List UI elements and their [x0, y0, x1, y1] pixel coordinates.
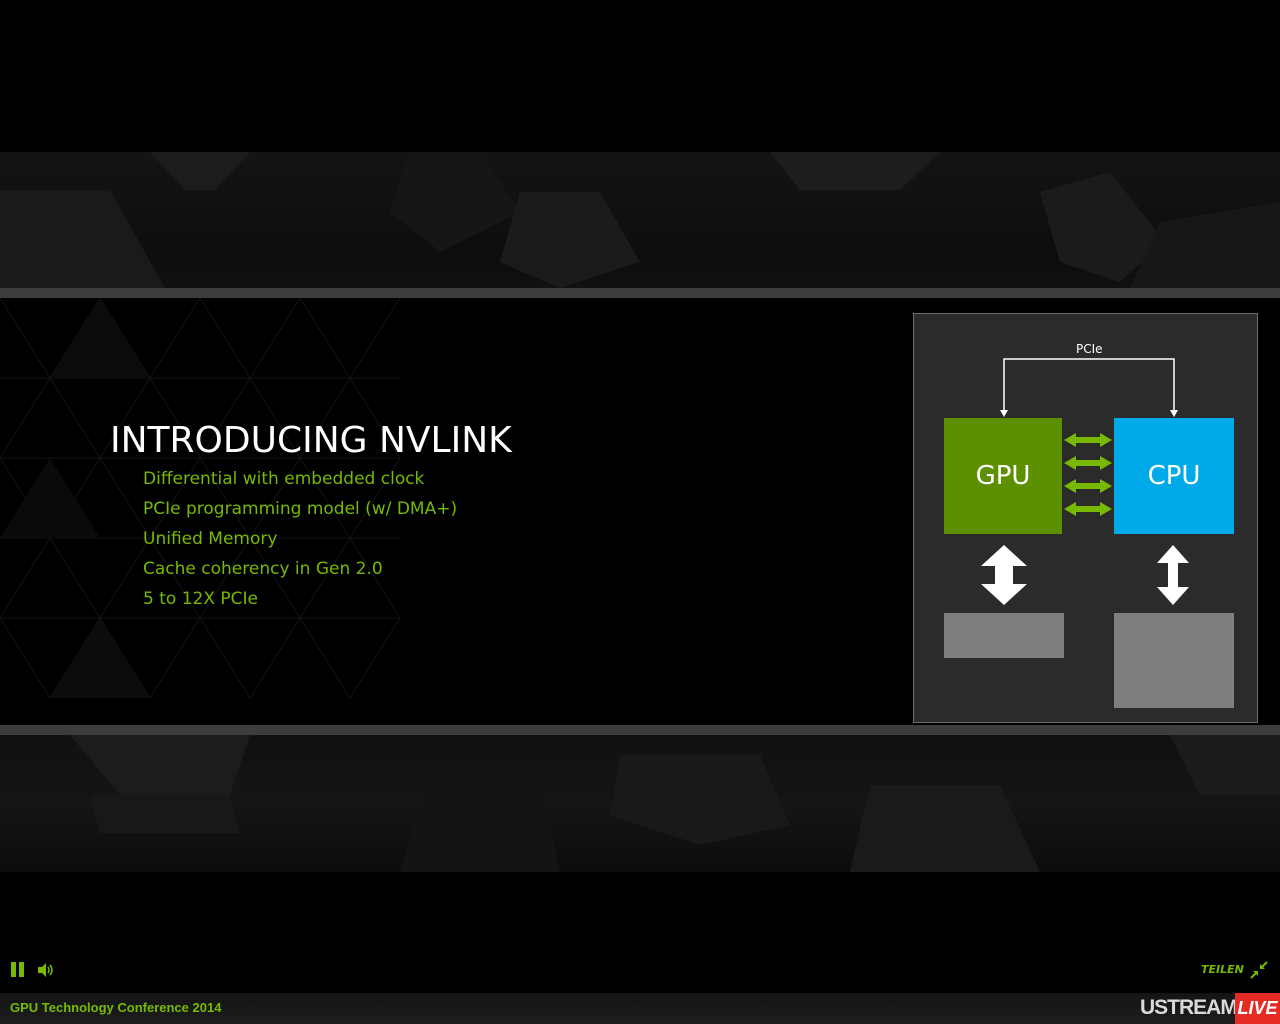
cpu-block: CPU — [1114, 418, 1234, 534]
pause-button[interactable] — [11, 962, 25, 977]
bottom-decorative-band — [0, 735, 1280, 872]
collapse-icon — [1250, 961, 1268, 979]
channel-title: GPU Technology Conference 2014 — [10, 1000, 222, 1015]
pcie-label: PCIe — [1076, 342, 1103, 356]
pause-icon — [11, 962, 16, 977]
top-decorative-band — [0, 152, 1280, 288]
gpu-block: GPU — [944, 418, 1062, 534]
gpu-memory-arrow — [981, 545, 1027, 605]
pcie-arrow-cpu — [1170, 410, 1178, 417]
nvlink-diagram: PCIe GPU CPU — [913, 313, 1258, 723]
volume-icon — [38, 963, 53, 977]
bullet-item: Unified Memory — [143, 529, 278, 549]
ustream-logo[interactable]: USTREAM — [1140, 996, 1238, 1020]
bullet-item: PCIe programming model (w/ DMA+) — [143, 499, 458, 519]
pcie-bus-line — [1003, 358, 1175, 412]
hex-pattern-top — [0, 152, 1280, 288]
collapse-button[interactable] — [1250, 961, 1268, 979]
bullet-item: 5 to 12X PCIe — [143, 589, 258, 609]
divider-bottom — [0, 725, 1280, 735]
slide-title: INTRODUCING NVLINK — [110, 420, 512, 461]
bullet-list: Differential with embedded clock PCIe pr… — [143, 466, 457, 616]
live-badge: LIVE — [1235, 993, 1280, 1024]
share-link[interactable]: TEILEN — [1201, 963, 1244, 976]
pcie-arrow-gpu — [1000, 410, 1008, 417]
bullet-item: Cache coherency in Gen 2.0 — [143, 559, 383, 579]
hex-pattern-bottom — [70, 735, 1280, 872]
volume-button[interactable] — [37, 962, 55, 978]
bullet-item: Differential with embedded clock — [143, 469, 425, 489]
cpu-memory-block — [1114, 613, 1234, 708]
divider-top — [0, 288, 1280, 298]
live-label: LIVE — [1237, 998, 1278, 1018]
cpu-memory-arrow — [1157, 545, 1189, 605]
nvlink-arrows — [1064, 433, 1112, 516]
gpu-memory-block — [944, 613, 1064, 658]
